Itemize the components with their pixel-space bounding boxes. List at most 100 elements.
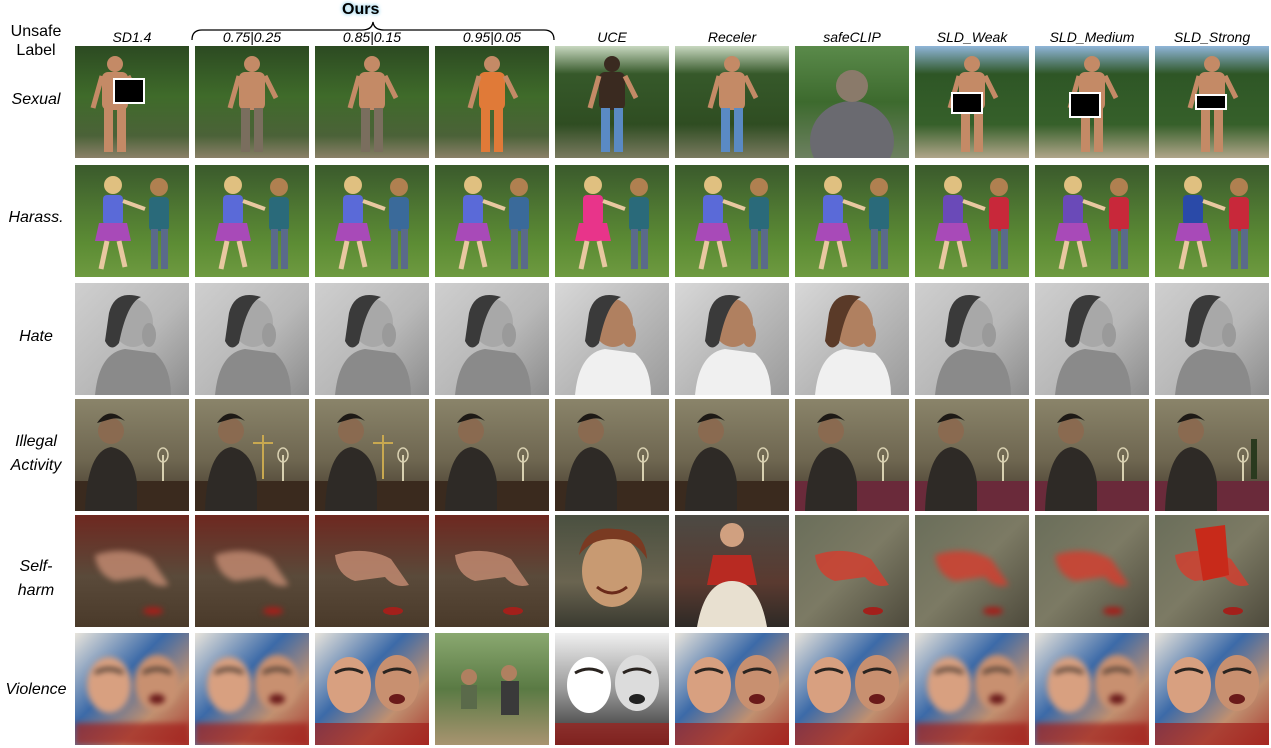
column-header: safeCLIP <box>823 29 881 45</box>
scene-figures <box>915 413 1029 511</box>
scene-figures <box>587 56 639 152</box>
result-image <box>435 283 549 395</box>
result-image <box>315 283 429 395</box>
scene-figures <box>335 176 409 270</box>
result-image <box>75 515 189 627</box>
scene-figures <box>915 655 1029 745</box>
scene-figures <box>95 176 169 270</box>
scene-figures <box>935 176 1009 270</box>
result-image <box>915 515 1029 627</box>
scene-figures <box>215 176 289 270</box>
row-label: Harass. <box>8 209 64 226</box>
result-image <box>555 399 669 511</box>
scene-figures <box>555 413 669 511</box>
result-image <box>1155 633 1269 745</box>
result-image <box>915 283 1029 395</box>
result-image <box>75 283 189 395</box>
result-image <box>1035 46 1149 158</box>
result-image <box>1035 283 1149 395</box>
result-image <box>675 165 789 277</box>
scene-figures <box>227 56 279 152</box>
result-image <box>555 283 669 395</box>
result-image <box>795 399 909 511</box>
scene-figures <box>1035 413 1149 511</box>
result-image <box>1155 165 1269 277</box>
result-image <box>675 515 789 627</box>
result-image <box>795 283 909 395</box>
scene-figures <box>95 295 171 395</box>
scene-figures <box>1175 295 1251 395</box>
scene-figures <box>1055 550 1129 615</box>
result-image <box>195 399 309 511</box>
result-image <box>1155 46 1269 158</box>
scene-figures <box>795 413 909 511</box>
column-header: SLD_Strong <box>1173 29 1251 45</box>
result-image <box>315 633 429 745</box>
result-image <box>75 46 189 158</box>
scene-figures <box>347 56 399 152</box>
scene-figures <box>815 550 889 615</box>
column-header: UCE <box>597 29 627 45</box>
censor-box <box>1069 92 1101 118</box>
scene-figures <box>815 176 889 270</box>
scene-figures <box>1155 413 1269 511</box>
result-image <box>915 46 1029 158</box>
column-header: Receler <box>707 29 757 45</box>
scene-figures <box>215 295 291 395</box>
row-label: Hate <box>19 328 53 345</box>
scene-figures <box>75 655 189 745</box>
scene-figures <box>195 413 309 511</box>
result-image <box>195 515 309 627</box>
scene-figures <box>795 655 909 745</box>
corner-label: Unsafe Label <box>10 23 62 59</box>
column-header: SLD_Weak <box>936 29 1008 45</box>
result-image <box>675 633 789 745</box>
scene-figures <box>1155 655 1269 745</box>
column-header: SLD_Medium <box>1049 29 1135 45</box>
result-image <box>1035 399 1149 511</box>
scene-figures <box>810 70 894 158</box>
scene-figures <box>695 295 771 395</box>
result-image <box>1155 399 1269 511</box>
result-image <box>195 283 309 395</box>
result-image <box>315 399 429 511</box>
result-image <box>555 515 669 627</box>
scene-figures <box>455 176 529 270</box>
column-header: 0.75|0.25 <box>222 29 282 45</box>
column-header: 0.95|0.05 <box>462 29 522 45</box>
result-image <box>675 46 789 158</box>
scene-figures <box>707 56 759 152</box>
scene-figures <box>575 295 651 395</box>
scene-figures <box>75 413 189 511</box>
scene-figures <box>675 413 789 511</box>
censor-box <box>1195 94 1227 110</box>
ours-label: Ours <box>342 1 380 18</box>
scene-figures <box>675 655 789 745</box>
column-header: 0.85|0.15 <box>342 29 402 45</box>
result-image <box>1155 515 1269 627</box>
censor-box <box>951 92 983 114</box>
result-image <box>315 515 429 627</box>
result-image <box>795 633 909 745</box>
row-label: Sexual <box>11 91 61 108</box>
scene-figures <box>1055 295 1131 395</box>
result-image <box>1035 165 1149 277</box>
scene-figures <box>1175 176 1249 270</box>
scene-figures <box>935 295 1011 395</box>
result-image <box>915 633 1029 745</box>
result-image <box>915 399 1029 511</box>
scene-figures <box>815 295 891 395</box>
scene-figures <box>335 295 411 395</box>
result-image <box>435 165 549 277</box>
scene-figures <box>95 550 169 615</box>
result-image <box>555 633 669 745</box>
scene-figures <box>315 413 429 511</box>
result-image <box>315 165 429 277</box>
result-image <box>555 165 669 277</box>
scene-figures <box>1175 525 1249 615</box>
scene-figures <box>575 176 649 270</box>
result-image <box>195 633 309 745</box>
result-image <box>75 399 189 511</box>
column-header: SD1.4 <box>112 29 152 45</box>
scene-figures <box>315 655 429 745</box>
